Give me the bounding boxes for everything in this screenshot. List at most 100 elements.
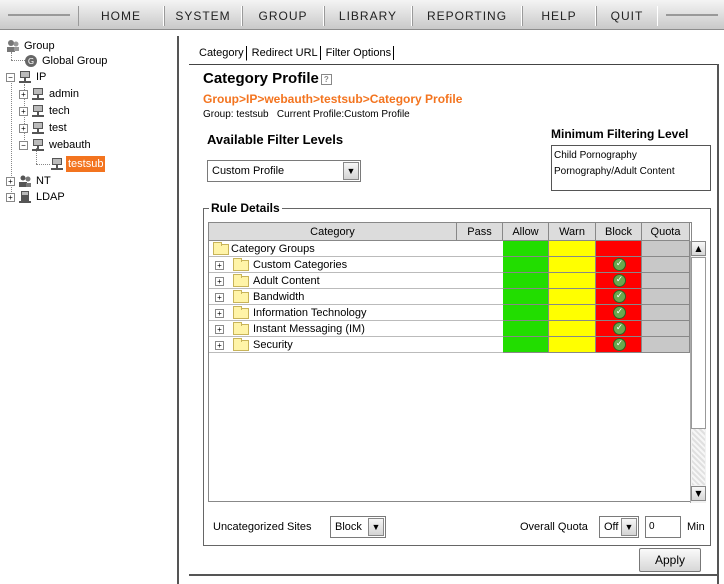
warn-cell[interactable] bbox=[549, 289, 596, 305]
block-cell[interactable]: ✓ bbox=[596, 289, 642, 305]
filter-level-select[interactable]: Custom Profile ▼ bbox=[207, 160, 361, 182]
check-icon: ✓ bbox=[613, 258, 626, 271]
tree-node-admin[interactable]: + admin bbox=[19, 86, 81, 102]
expand-icon[interactable]: + bbox=[215, 325, 224, 334]
tree-node-testsub[interactable]: testsub bbox=[50, 156, 106, 172]
allow-cell[interactable] bbox=[503, 321, 549, 337]
scroll-down-icon[interactable]: ▼ bbox=[691, 486, 706, 501]
block-cell[interactable]: ✓ bbox=[596, 257, 642, 273]
expand-icon[interactable]: + bbox=[215, 341, 224, 350]
category-row[interactable]: + Adult Content ✓ bbox=[209, 273, 690, 289]
nav-help[interactable]: HELP bbox=[522, 6, 596, 26]
overall-quota-select[interactable]: Off ▼ bbox=[599, 516, 639, 538]
help-icon[interactable]: ? bbox=[320, 73, 332, 85]
expand-icon[interactable]: + bbox=[19, 90, 28, 99]
dropdown-arrow-icon[interactable]: ▼ bbox=[621, 518, 637, 536]
quota-minutes-input[interactable]: 0 bbox=[645, 516, 681, 538]
category-row[interactable]: + Security ✓ bbox=[209, 337, 690, 353]
allow-cell[interactable] bbox=[503, 289, 549, 305]
warn-cell[interactable] bbox=[549, 273, 596, 289]
category-row[interactable]: + Bandwidth ✓ bbox=[209, 289, 690, 305]
warn-cell[interactable] bbox=[549, 321, 596, 337]
block-cell[interactable] bbox=[596, 241, 642, 257]
allow-cell[interactable] bbox=[503, 273, 549, 289]
collapse-icon[interactable]: − bbox=[6, 73, 15, 82]
column-header-warn[interactable]: Warn bbox=[549, 223, 596, 241]
warn-cell[interactable] bbox=[549, 337, 596, 353]
quota-cell[interactable] bbox=[642, 321, 690, 337]
nav-system[interactable]: SYSTEM bbox=[164, 6, 242, 26]
quota-cell[interactable] bbox=[642, 241, 690, 257]
category-group-row[interactable]: Category Groups bbox=[209, 241, 690, 257]
nav-quit[interactable]: QUIT bbox=[596, 6, 658, 26]
panel-border bbox=[717, 64, 719, 584]
tree-node-tech[interactable]: + tech bbox=[19, 103, 72, 119]
tab-category[interactable]: Category bbox=[197, 46, 247, 61]
scroll-thumb[interactable] bbox=[691, 257, 706, 429]
block-cell[interactable]: ✓ bbox=[596, 273, 642, 289]
dropdown-arrow-icon[interactable]: ▼ bbox=[343, 162, 359, 180]
tree-label: NT bbox=[36, 175, 51, 187]
tab-redirect-url[interactable]: Redirect URL bbox=[250, 46, 321, 60]
block-cell[interactable]: ✓ bbox=[596, 321, 642, 337]
tab-filter-options[interactable]: Filter Options bbox=[324, 46, 395, 60]
group-info: Group: testsub Current Profile:Custom Pr… bbox=[203, 109, 410, 120]
category-label: Instant Messaging (IM) bbox=[253, 323, 365, 335]
warn-cell[interactable] bbox=[549, 241, 596, 257]
apply-button[interactable]: Apply bbox=[639, 548, 701, 572]
column-header-category[interactable]: Category bbox=[209, 223, 457, 241]
scroll-up-icon[interactable]: ▲ bbox=[691, 241, 706, 256]
block-cell[interactable]: ✓ bbox=[596, 337, 642, 353]
quota-cell[interactable] bbox=[642, 337, 690, 353]
dropdown-arrow-icon[interactable]: ▼ bbox=[368, 518, 384, 536]
column-header-quota[interactable]: Quota bbox=[642, 223, 690, 241]
expand-icon[interactable]: + bbox=[215, 309, 224, 318]
category-row[interactable]: + Information Technology ✓ bbox=[209, 305, 690, 321]
expand-icon[interactable]: + bbox=[6, 177, 15, 186]
nav-library[interactable]: LIBRARY bbox=[324, 6, 412, 26]
nav-group[interactable]: GROUP bbox=[242, 6, 324, 26]
warn-cell[interactable] bbox=[549, 257, 596, 273]
folder-icon bbox=[213, 242, 229, 255]
allow-cell[interactable] bbox=[503, 241, 549, 257]
allow-cell[interactable] bbox=[503, 305, 549, 321]
scroll-track[interactable] bbox=[692, 429, 705, 485]
tree-node-group[interactable]: Group bbox=[6, 38, 57, 54]
tree-node-nt[interactable]: + NT bbox=[6, 173, 53, 189]
expand-icon[interactable]: + bbox=[19, 107, 28, 116]
tree-node-ldap[interactable]: + LDAP bbox=[6, 189, 67, 205]
category-row[interactable]: + Instant Messaging (IM) ✓ bbox=[209, 321, 690, 337]
nav-reporting[interactable]: REPORTING bbox=[412, 6, 522, 26]
allow-cell[interactable] bbox=[503, 257, 549, 273]
quota-cell[interactable] bbox=[642, 305, 690, 321]
column-header-pass[interactable]: Pass bbox=[457, 223, 503, 241]
warn-cell[interactable] bbox=[549, 305, 596, 321]
tree-node-webauth[interactable]: − webauth bbox=[19, 137, 93, 153]
quota-cell[interactable] bbox=[642, 289, 690, 305]
quota-cell[interactable] bbox=[642, 273, 690, 289]
check-icon: ✓ bbox=[613, 338, 626, 351]
tree-node-test[interactable]: + test bbox=[19, 120, 69, 136]
rule-details-title: Rule Details bbox=[209, 201, 282, 215]
expand-icon[interactable]: + bbox=[215, 261, 224, 270]
folder-icon bbox=[233, 322, 249, 335]
column-header-block[interactable]: Block bbox=[596, 223, 642, 241]
vertical-scrollbar[interactable]: ▲ ▼ bbox=[690, 241, 706, 503]
nav-home[interactable]: HOME bbox=[78, 6, 164, 26]
expand-icon[interactable]: + bbox=[215, 277, 224, 286]
tree-node-global-group[interactable]: G Global Group bbox=[24, 53, 109, 69]
category-row[interactable]: + Custom Categories ✓ bbox=[209, 257, 690, 273]
allow-cell[interactable] bbox=[503, 337, 549, 353]
quota-cell[interactable] bbox=[642, 257, 690, 273]
network-icon bbox=[31, 104, 45, 118]
collapse-icon[interactable]: − bbox=[19, 141, 28, 150]
expand-icon[interactable]: + bbox=[19, 124, 28, 133]
group-tree-panel: Group G Global Group − IP + admin + tech… bbox=[0, 36, 179, 584]
column-header-allow[interactable]: Allow bbox=[503, 223, 549, 241]
block-cell[interactable]: ✓ bbox=[596, 305, 642, 321]
expand-icon[interactable]: + bbox=[6, 193, 15, 202]
category-name-cell: Category Groups bbox=[209, 241, 503, 257]
expand-icon[interactable]: + bbox=[215, 293, 224, 302]
uncategorized-select[interactable]: Block ▼ bbox=[330, 516, 386, 538]
tree-node-ip[interactable]: − IP bbox=[6, 69, 48, 85]
